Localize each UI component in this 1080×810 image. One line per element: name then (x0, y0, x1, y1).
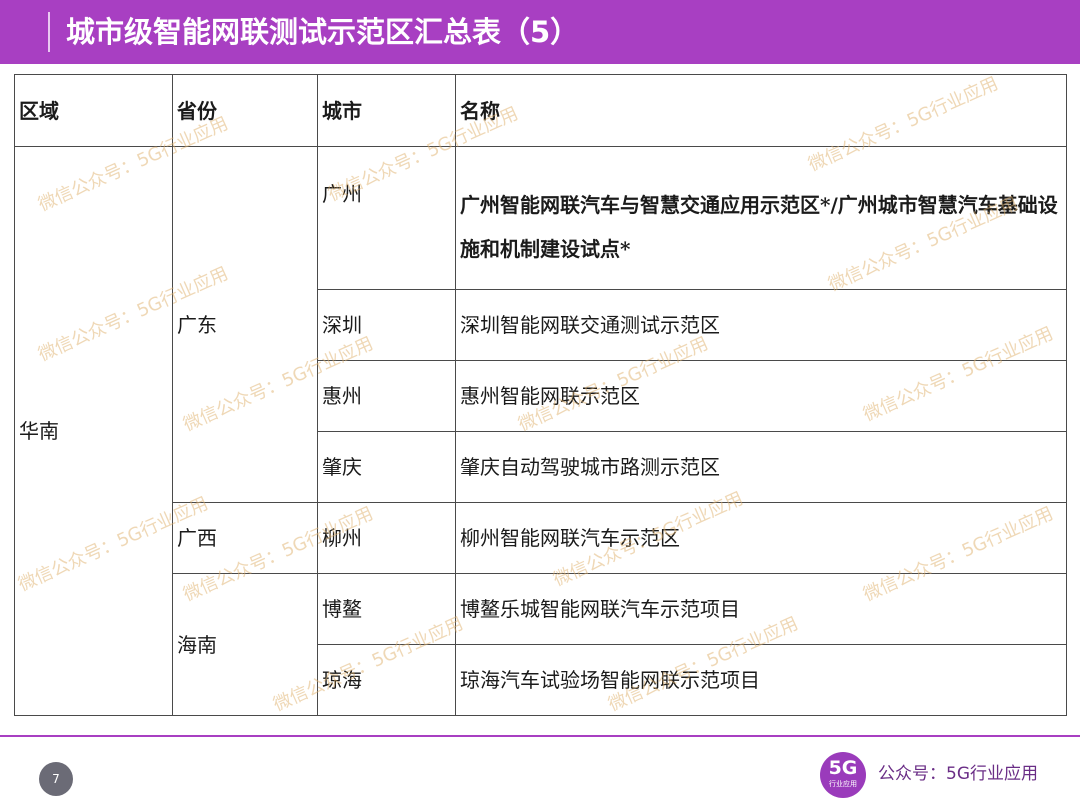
page-number: 7 (39, 762, 73, 796)
brand-logo-mark: 5G (828, 757, 858, 779)
page-title: 城市级智能网联测试示范区汇总表（5） (66, 15, 580, 49)
city-cell: 柳州 (317, 502, 456, 574)
column-header-city: 城市 (317, 74, 456, 147)
region-cell: 华南 (14, 146, 173, 716)
header-bar: 城市级智能网联测试示范区汇总表（5） (0, 0, 1080, 64)
province-cell: 海南 (172, 573, 318, 716)
name-cell: 广州智能网联汽车与智慧交通应用示范区*/广州城市智慧汽车基础设施和机制建设试点* (455, 146, 1067, 290)
city-cell: 肇庆 (317, 431, 456, 503)
city-cell: 博鳌 (317, 573, 456, 645)
name-cell: 博鳌乐城智能网联汽车示范项目 (455, 573, 1067, 645)
name-cell: 深圳智能网联交通测试示范区 (455, 289, 1067, 361)
column-header-province: 省份 (172, 74, 318, 147)
brand-text: 公众号：5G行业应用 (878, 764, 1038, 784)
name-cell: 柳州智能网联汽车示范区 (455, 502, 1067, 574)
city-cell: 广州 (317, 146, 456, 290)
table-header-row: 区域 省份 城市 名称 (14, 74, 1067, 147)
province-cell: 广西 (172, 502, 318, 574)
table-row: 广西 柳州 柳州智能网联汽车示范区 (15, 502, 1067, 574)
city-cell: 深圳 (317, 289, 456, 361)
footer-divider (0, 735, 1080, 737)
brand-logo: 5G 行业应用 (820, 752, 866, 798)
table-row: 华南 广东 广州 广州智能网联汽车与智慧交通应用示范区*/广州城市智慧汽车基础设… (14, 146, 1067, 716)
province-cell: 广东 (172, 146, 318, 503)
header-divider (48, 12, 50, 52)
name-cell: 肇庆自动驾驶城市路测示范区 (455, 431, 1067, 503)
name-cell: 琼海汽车试验场智能网联示范项目 (455, 644, 1067, 716)
name-cell: 惠州智能网联示范区 (455, 360, 1067, 432)
brand-logo-caption: 行业应用 (829, 780, 857, 788)
table-row: 海南 博鳌 博鳌乐城智能网联汽车示范项目 (15, 573, 1067, 716)
summary-table: 区域 省份 城市 名称 华南 广东 广州 广州智能网联汽车与智慧交通应用示范区*… (14, 74, 1067, 716)
column-header-name: 名称 (455, 74, 1067, 147)
city-cell: 惠州 (317, 360, 456, 432)
city-cell: 琼海 (317, 644, 456, 716)
column-header-region: 区域 (14, 74, 173, 147)
